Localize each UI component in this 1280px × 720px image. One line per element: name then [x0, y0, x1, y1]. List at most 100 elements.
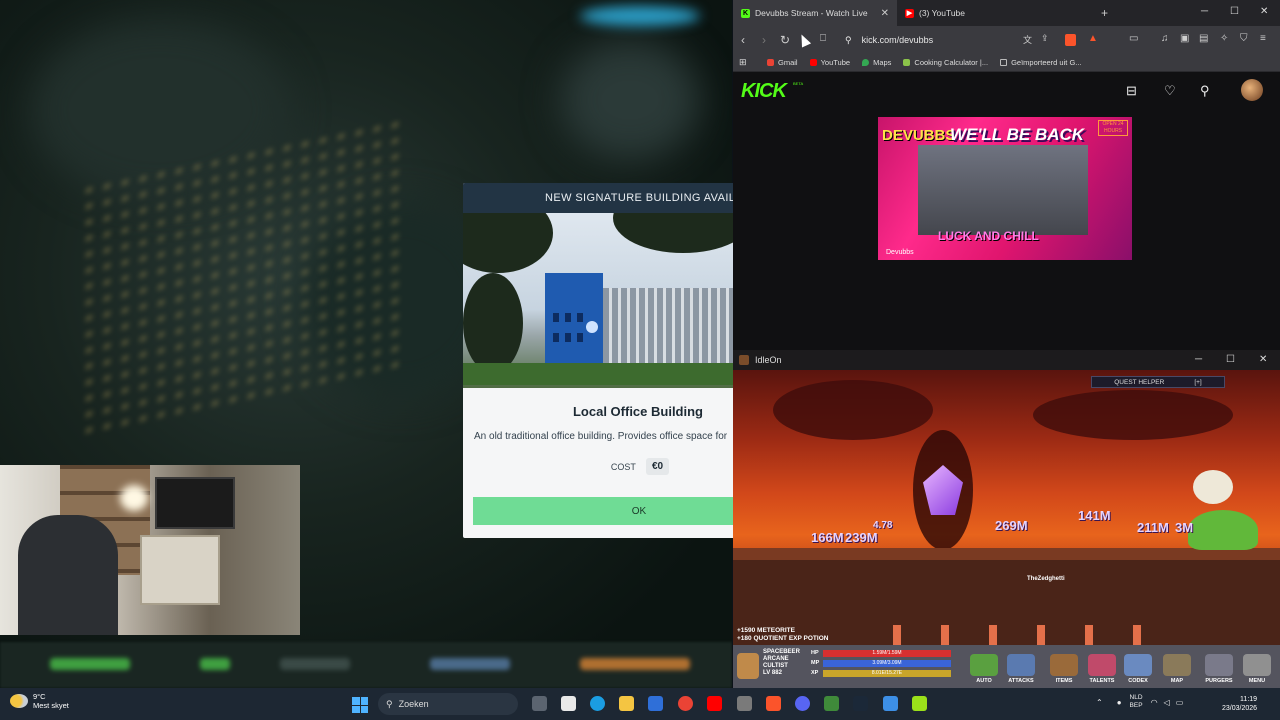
quest-helper-button[interactable]: QUEST HELPER [+]	[1091, 376, 1225, 388]
menu-button[interactable]: MENU	[1240, 648, 1274, 684]
back-icon[interactable]: ‹	[741, 33, 745, 47]
bookmark-label: Maps	[873, 58, 892, 67]
map-button[interactable]: MAP	[1160, 648, 1194, 684]
codex-button[interactable]: CODEX	[1121, 648, 1155, 684]
kick-icon[interactable]	[912, 696, 927, 711]
minimize-icon[interactable]: ─	[1201, 6, 1208, 17]
purgers-button[interactable]: PURGERS	[1202, 648, 1236, 684]
panel-icon[interactable]: ▣	[1180, 33, 1189, 44]
maximize-icon[interactable]: ☐	[1230, 6, 1239, 17]
volume-icon[interactable]: ◁	[1164, 698, 1170, 707]
hp-bar: 1.59M/1.59M	[823, 649, 951, 657]
attacks-icon	[1007, 654, 1035, 676]
wifi-icon[interactable]: ◠	[1151, 698, 1158, 707]
button-label: TALENTS	[1089, 678, 1115, 684]
new-tab-button[interactable]: +	[1101, 6, 1108, 20]
stream-headline: WE'LL BE BACK	[950, 125, 1085, 144]
kick-logo[interactable]: KICK	[741, 80, 787, 103]
share-icon[interactable]: ⇪	[1041, 33, 1049, 44]
auto-button[interactable]: AUTO	[967, 648, 1001, 684]
menu-icon[interactable]: ≡	[1260, 33, 1266, 44]
chevron-up-icon[interactable]: ⌃	[1096, 698, 1103, 707]
mp-label: MP	[811, 660, 820, 666]
player-tag: TheZedghetti	[1027, 576, 1065, 582]
vpn-icon[interactable]: ⛉	[1240, 33, 1248, 44]
battery-icon[interactable]: ▭	[1176, 698, 1184, 707]
xp-bar: 8.01E/15.27E	[823, 669, 951, 677]
talents-button[interactable]: TALENTS	[1085, 648, 1119, 684]
outlook-icon[interactable]	[648, 696, 663, 711]
bookmark-youtube[interactable]: YouTube	[809, 58, 851, 67]
youtube-icon[interactable]	[707, 696, 722, 711]
game-scene[interactable]: 166M 239M 4.78 269M 141M 211M 3M TheZedg…	[733, 370, 1280, 645]
weather-text: 9°C Mest skyet	[33, 692, 69, 710]
task-view-icon[interactable]	[532, 696, 547, 711]
modal-header: NEW SIGNATURE BUILDING AVAILABL	[463, 183, 733, 213]
bookmark-maps[interactable]: Maps	[862, 58, 891, 67]
apps-icon[interactable]: ⊞	[739, 57, 747, 68]
app-icon[interactable]	[824, 696, 839, 711]
language-indicator[interactable]: NLD BEP	[1130, 694, 1143, 710]
clock[interactable]: 11:19 23/03/2026	[1222, 695, 1257, 713]
auto-icon	[970, 654, 998, 676]
bookmark-label: YouTube	[820, 58, 851, 67]
cost-row: COST €0	[463, 458, 733, 475]
forward-icon[interactable]: ›	[762, 33, 766, 47]
tab-youtube[interactable]: ▶ (3) YouTube	[897, 0, 973, 26]
browse-icon[interactable]: ⊟	[1126, 83, 1137, 99]
bookmark-label: Geïmporteerd uit G...	[1011, 58, 1082, 67]
bookmark-icon[interactable]: ⎕	[820, 33, 826, 44]
brave-shield-icon[interactable]	[1065, 34, 1076, 46]
avatar[interactable]	[1241, 79, 1263, 101]
app-icon[interactable]	[883, 696, 898, 711]
stream-subtitle: LUCK AND CHILL	[938, 229, 1039, 243]
bookmark-label: Gmail	[778, 58, 798, 67]
calculator-icon[interactable]	[737, 696, 752, 711]
brave-icon[interactable]	[766, 696, 781, 711]
browser-window: K Devubbs Stream - Watch Live ✕ ▶ (3) Yo…	[733, 0, 1280, 350]
ai-icon[interactable]: ✧	[1220, 33, 1228, 44]
steam-icon[interactable]	[853, 696, 868, 711]
microphone-icon[interactable]: ●	[1117, 698, 1122, 707]
bookmark-folder[interactable]: Geïmporteerd uit G...	[1000, 58, 1082, 67]
weather-widget[interactable]: 9°C Mest skyet	[10, 692, 69, 710]
music-icon[interactable]: ♫	[1161, 33, 1169, 44]
search-icon[interactable]: ⚲	[1200, 83, 1210, 99]
gmail-icon	[767, 59, 774, 66]
rewards-icon[interactable]: ▲	[1088, 33, 1098, 44]
items-button[interactable]: ITEMS	[1047, 648, 1081, 684]
close-tab-icon[interactable]: ✕	[881, 8, 889, 19]
edge-icon[interactable]	[590, 696, 605, 711]
discord-icon[interactable]	[795, 696, 810, 711]
minimize-icon[interactable]: ─	[1195, 354, 1202, 365]
url-text: kick.com/devubbs	[861, 35, 934, 45]
lamp	[120, 485, 148, 511]
chrome-icon[interactable]	[678, 696, 693, 711]
taskbar-search[interactable]: ⚲ Zoeken	[378, 693, 518, 715]
stream-player[interactable]: DEVUBBS WE'LL BE BACK LUCK AND CHILL Dev…	[878, 117, 1132, 260]
close-icon[interactable]: ✕	[1260, 6, 1268, 17]
file-explorer-icon[interactable]	[619, 696, 634, 711]
heart-icon[interactable]: ♡	[1164, 83, 1176, 99]
damage-number: 211M	[1137, 520, 1169, 535]
ok-button[interactable]: OK	[473, 497, 733, 525]
site-info-icon[interactable]: ⚲	[845, 35, 852, 46]
maximize-icon[interactable]: ☐	[1226, 354, 1235, 365]
bookmark-cooking[interactable]: Cooking Calculator |...	[903, 58, 988, 67]
tab-kick[interactable]: K Devubbs Stream - Watch Live ✕	[733, 0, 897, 26]
close-icon[interactable]: ✕	[1259, 354, 1267, 365]
store-icon[interactable]	[561, 696, 576, 711]
bookmark-gmail[interactable]: Gmail	[767, 58, 798, 67]
quest-helper-toggle[interactable]: [+]	[1194, 379, 1201, 386]
reload-icon[interactable]: ↻	[780, 33, 790, 47]
building-logo-icon	[586, 321, 598, 333]
system-tray: ⌃ ● NLD BEP ◠ ◁ ▭	[1096, 694, 1183, 710]
translate-icon[interactable]: 文	[1023, 33, 1032, 46]
windows-start-icon[interactable]	[352, 697, 368, 713]
attacks-button[interactable]: ATTACKS	[1004, 648, 1038, 684]
sidebar-icon[interactable]: ▭	[1129, 33, 1138, 44]
character-portrait-icon[interactable]	[737, 653, 759, 679]
date: 23/03/2026	[1222, 705, 1258, 712]
wallet-icon[interactable]: ▤	[1199, 33, 1208, 44]
stream-brand: DEVUBBS	[882, 127, 956, 144]
